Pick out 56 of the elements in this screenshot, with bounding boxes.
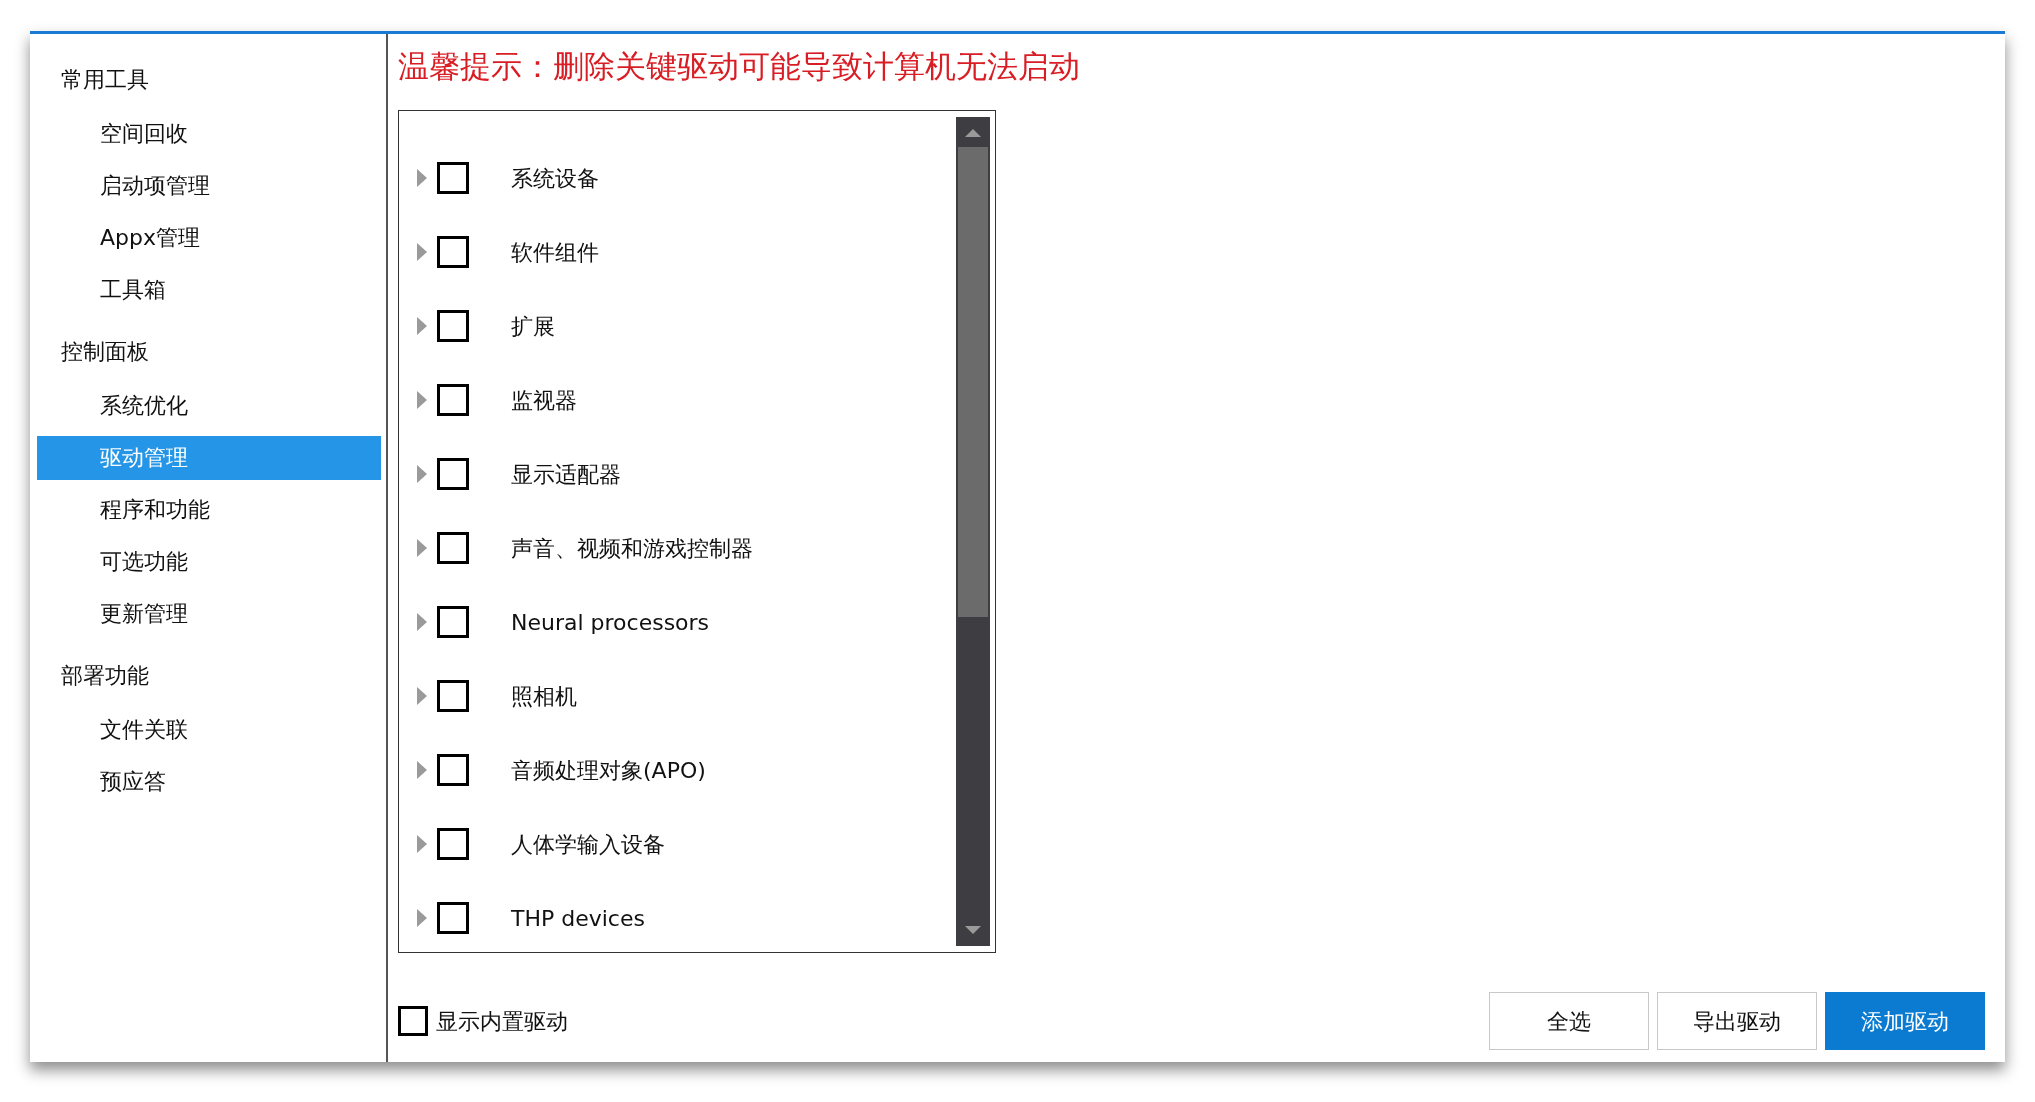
dialog-button[interactable]: 全选 (1489, 992, 1649, 1050)
expand-arrow-icon[interactable] (417, 761, 427, 779)
scroll-up-icon[interactable] (965, 129, 981, 137)
warning-text: 温馨提示：删除关键驱动可能导致计算机无法启动 (398, 47, 1081, 86)
tree-item-label[interactable]: 音频处理对象(APO) (511, 753, 706, 787)
checkbox[interactable] (437, 606, 469, 638)
expand-arrow-icon[interactable] (417, 613, 427, 631)
dialog-button[interactable]: 添加驱动 (1825, 992, 1985, 1050)
sidebar-item[interactable]: 系统优化 (37, 384, 381, 428)
expand-arrow-icon[interactable] (417, 243, 427, 261)
checkbox[interactable] (437, 236, 469, 268)
checkbox[interactable] (437, 754, 469, 786)
expand-arrow-icon[interactable] (417, 169, 427, 187)
sidebar-item[interactable]: 可选功能 (37, 540, 381, 584)
checkbox[interactable] (437, 458, 469, 490)
tree-item-label[interactable]: 系统设备 (511, 161, 599, 195)
sidebar-item[interactable]: 更新管理 (37, 592, 381, 636)
sidebar-item[interactable]: 预应答 (37, 760, 381, 804)
checkbox[interactable] (437, 680, 469, 712)
expand-arrow-icon[interactable] (417, 465, 427, 483)
sidebar-item[interactable]: 程序和功能 (37, 488, 381, 532)
sidebar-group-title: 控制面板 (60, 338, 150, 366)
expand-arrow-icon[interactable] (417, 539, 427, 557)
expand-arrow-icon[interactable] (417, 391, 427, 409)
scroll-down-icon[interactable] (965, 926, 981, 934)
sidebar-item[interactable]: 工具箱 (37, 268, 381, 312)
expand-arrow-icon[interactable] (417, 317, 427, 335)
checkbox-label[interactable]: 显示内置驱动 (436, 1004, 568, 1038)
sidebar-group-title: 常用工具 (60, 66, 150, 94)
sidebar-item[interactable]: 空间回收 (37, 112, 381, 156)
tree-item-label[interactable]: Neural processors (511, 605, 710, 639)
scrollbar-thumb[interactable] (958, 147, 988, 617)
checkbox[interactable] (437, 828, 469, 860)
checkbox[interactable] (437, 162, 469, 194)
tree-item-label[interactable]: 监视器 (511, 383, 577, 417)
checkbox[interactable] (437, 532, 469, 564)
tree-item-label[interactable]: 显示适配器 (511, 457, 621, 491)
sidebar-group-title: 部署功能 (60, 662, 150, 690)
checkbox[interactable] (398, 1006, 428, 1036)
checkbox[interactable] (437, 384, 469, 416)
expand-arrow-icon[interactable] (417, 835, 427, 853)
sidebar-item[interactable]: 文件关联 (37, 708, 381, 752)
sidebar-item[interactable]: 启动项管理 (37, 164, 381, 208)
expand-arrow-icon[interactable] (417, 909, 427, 927)
tree-item-label[interactable]: THP devices (511, 901, 645, 935)
tree-item-label[interactable]: 声音、视频和游戏控制器 (511, 531, 753, 565)
scrollbar[interactable] (956, 117, 990, 946)
checkbox[interactable] (437, 902, 469, 934)
tree-item-label[interactable]: 照相机 (511, 679, 577, 713)
expand-arrow-icon[interactable] (417, 687, 427, 705)
tree-item-label[interactable]: 软件组件 (511, 235, 599, 269)
checkbox[interactable] (437, 310, 469, 342)
sidebar-item[interactable]: Appx管理 (37, 216, 381, 260)
tree-item-label[interactable]: 人体学输入设备 (511, 827, 665, 861)
tree-item-label[interactable]: 扩展 (511, 309, 555, 343)
dialog-button[interactable]: 导出驱动 (1657, 992, 1817, 1050)
